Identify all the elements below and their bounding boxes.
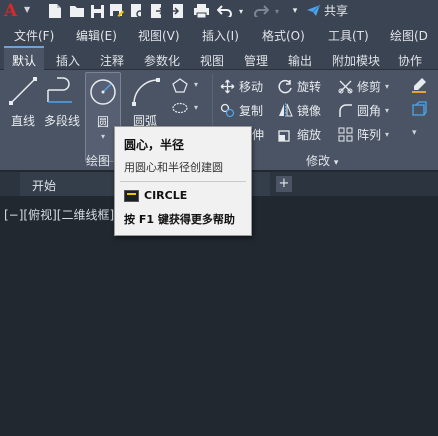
save-icon[interactable]	[88, 2, 106, 20]
export-icon[interactable]	[148, 2, 166, 20]
menu-insert[interactable]: 插入(I)	[202, 27, 239, 44]
ribbon-tabs: 默认 插入 注释 参数化 视图 管理 输出 附加模块 协作	[0, 46, 438, 70]
mirror-icon	[278, 103, 293, 118]
circle-label: 圆	[96, 115, 109, 129]
fillet-dropdown-icon[interactable]: ▾	[385, 106, 389, 115]
start-tab-label: 开始	[32, 179, 57, 193]
line-label: 直线	[10, 114, 35, 128]
new-tab-plus-icon[interactable]: +	[276, 176, 292, 192]
circle-dropdown-icon[interactable]: ▾	[101, 132, 105, 141]
explode-icon[interactable]	[410, 100, 428, 118]
print-preview-icon[interactable]	[128, 2, 146, 20]
copy-label: 复制	[239, 104, 264, 118]
arc-button[interactable]: 圆弧	[128, 74, 162, 129]
modify-more-icon[interactable]: ▾	[412, 128, 417, 138]
tab-view[interactable]: 视图	[200, 46, 224, 70]
stretch-button[interactable]: 伸	[252, 126, 264, 143]
polygon-icon[interactable]	[172, 78, 188, 94]
array-icon	[338, 127, 353, 142]
move-label: 移动	[239, 80, 264, 94]
modify-panel-expand-icon: ▾	[333, 158, 339, 168]
draw-panel-title[interactable]: 绘图	[86, 152, 110, 169]
trim-dropdown-icon[interactable]: ▾	[385, 82, 389, 91]
menu-file[interactable]: 文件(F)	[14, 27, 54, 44]
fillet-icon	[338, 103, 353, 118]
menu-format[interactable]: 格式(O)	[262, 27, 305, 44]
menu-draw[interactable]: 绘图(D	[390, 27, 428, 44]
tab-addins[interactable]: 附加模块	[332, 46, 380, 70]
tab-parametric[interactable]: 参数化	[144, 46, 180, 70]
ellipse-dropdown-icon[interactable]: ▾	[194, 103, 198, 112]
open-folder-icon[interactable]	[68, 2, 86, 20]
rotate-icon	[278, 79, 293, 94]
new-file-icon[interactable]	[46, 2, 64, 20]
quick-access-toolbar: A ▼ ▾ ▾ ▾ 共享	[0, 0, 438, 22]
modify-panel-title[interactable]: 修改 ▾	[306, 152, 338, 169]
stretch-label: 伸	[252, 128, 265, 142]
fillet-button[interactable]: 圆角 ▾	[338, 102, 389, 119]
mirror-label: 镜像	[297, 104, 322, 118]
print-icon[interactable]	[192, 2, 210, 20]
line-icon	[6, 74, 40, 108]
tooltip-title: 圆心，半径	[124, 138, 185, 152]
move-icon	[220, 79, 235, 94]
tab-manage[interactable]: 管理	[244, 46, 268, 70]
share-button[interactable]: 共享	[306, 2, 348, 19]
autocad-logo[interactable]: A	[4, 1, 17, 21]
arc-icon	[128, 74, 162, 108]
move-button[interactable]: 移动	[220, 78, 263, 95]
undo-dropdown-icon[interactable]: ▾	[232, 2, 250, 20]
menu-bar: 文件(F) 编辑(E) 视图(V) 插入(I) 格式(O) 工具(T) 绘图(D	[0, 22, 438, 46]
tab-insert[interactable]: 插入	[56, 46, 80, 70]
menu-tools[interactable]: 工具(T)	[328, 27, 369, 44]
array-button[interactable]: 阵列 ▾	[338, 126, 389, 143]
tab-default[interactable]: 默认	[4, 46, 44, 70]
scale-icon	[278, 127, 293, 142]
tab-output[interactable]: 输出	[288, 46, 312, 70]
polyline-icon	[45, 74, 79, 108]
save-as-icon[interactable]	[108, 2, 126, 20]
tab-annotate[interactable]: 注释	[100, 46, 124, 70]
tooltip-command-name: CIRCLE	[144, 189, 188, 202]
app-menu-arrow-icon[interactable]: ▼	[24, 5, 30, 14]
trim-button[interactable]: 修剪 ▾	[338, 78, 389, 95]
tooltip-help-hint: 按 F1 键获得更多帮助	[124, 213, 235, 226]
tooltip-command: CIRCLE	[124, 189, 187, 202]
share-label: 共享	[324, 4, 349, 18]
menu-edit[interactable]: 编辑(E)	[76, 27, 117, 44]
array-label: 阵列	[357, 128, 382, 142]
trim-label: 修剪	[357, 80, 382, 94]
copy-button[interactable]: 复制	[220, 102, 263, 119]
customize-icon[interactable]: ▾	[286, 2, 304, 20]
command-line-icon	[124, 189, 139, 202]
tab-collaborate[interactable]: 协作	[398, 46, 422, 70]
tooltip-description: 用圆心和半径创建圆	[124, 161, 223, 174]
ellipse-icon[interactable]	[172, 102, 188, 114]
erase-icon[interactable]	[410, 76, 428, 94]
import-icon[interactable]	[168, 2, 186, 20]
fillet-label: 圆角	[357, 104, 382, 118]
circle-tooltip: 圆心，半径 用圆心和半径创建圆 CIRCLE 按 F1 键获得更多帮助	[114, 126, 252, 236]
redo-dropdown-icon[interactable]: ▾	[268, 2, 286, 20]
polygon-dropdown-icon[interactable]: ▾	[194, 80, 198, 89]
circle-icon	[86, 75, 120, 109]
viewport-controls-label[interactable]: [−][俯视][二维线框]	[4, 206, 114, 223]
copy-icon	[220, 103, 235, 118]
line-button[interactable]: 直线	[6, 74, 40, 129]
polyline-label: 多段线	[44, 114, 81, 128]
menu-view[interactable]: 视图(V)	[138, 27, 180, 44]
scale-button[interactable]: 缩放	[278, 126, 321, 143]
mirror-button[interactable]: 镜像	[278, 102, 321, 119]
scale-label: 缩放	[297, 128, 322, 142]
array-dropdown-icon[interactable]: ▾	[385, 130, 389, 139]
rotate-button[interactable]: 旋转	[278, 78, 321, 95]
trim-icon	[338, 79, 353, 94]
tooltip-divider	[120, 181, 246, 182]
rotate-label: 旋转	[297, 80, 322, 94]
polyline-button[interactable]: 多段线	[44, 74, 80, 129]
share-icon	[306, 4, 321, 17]
